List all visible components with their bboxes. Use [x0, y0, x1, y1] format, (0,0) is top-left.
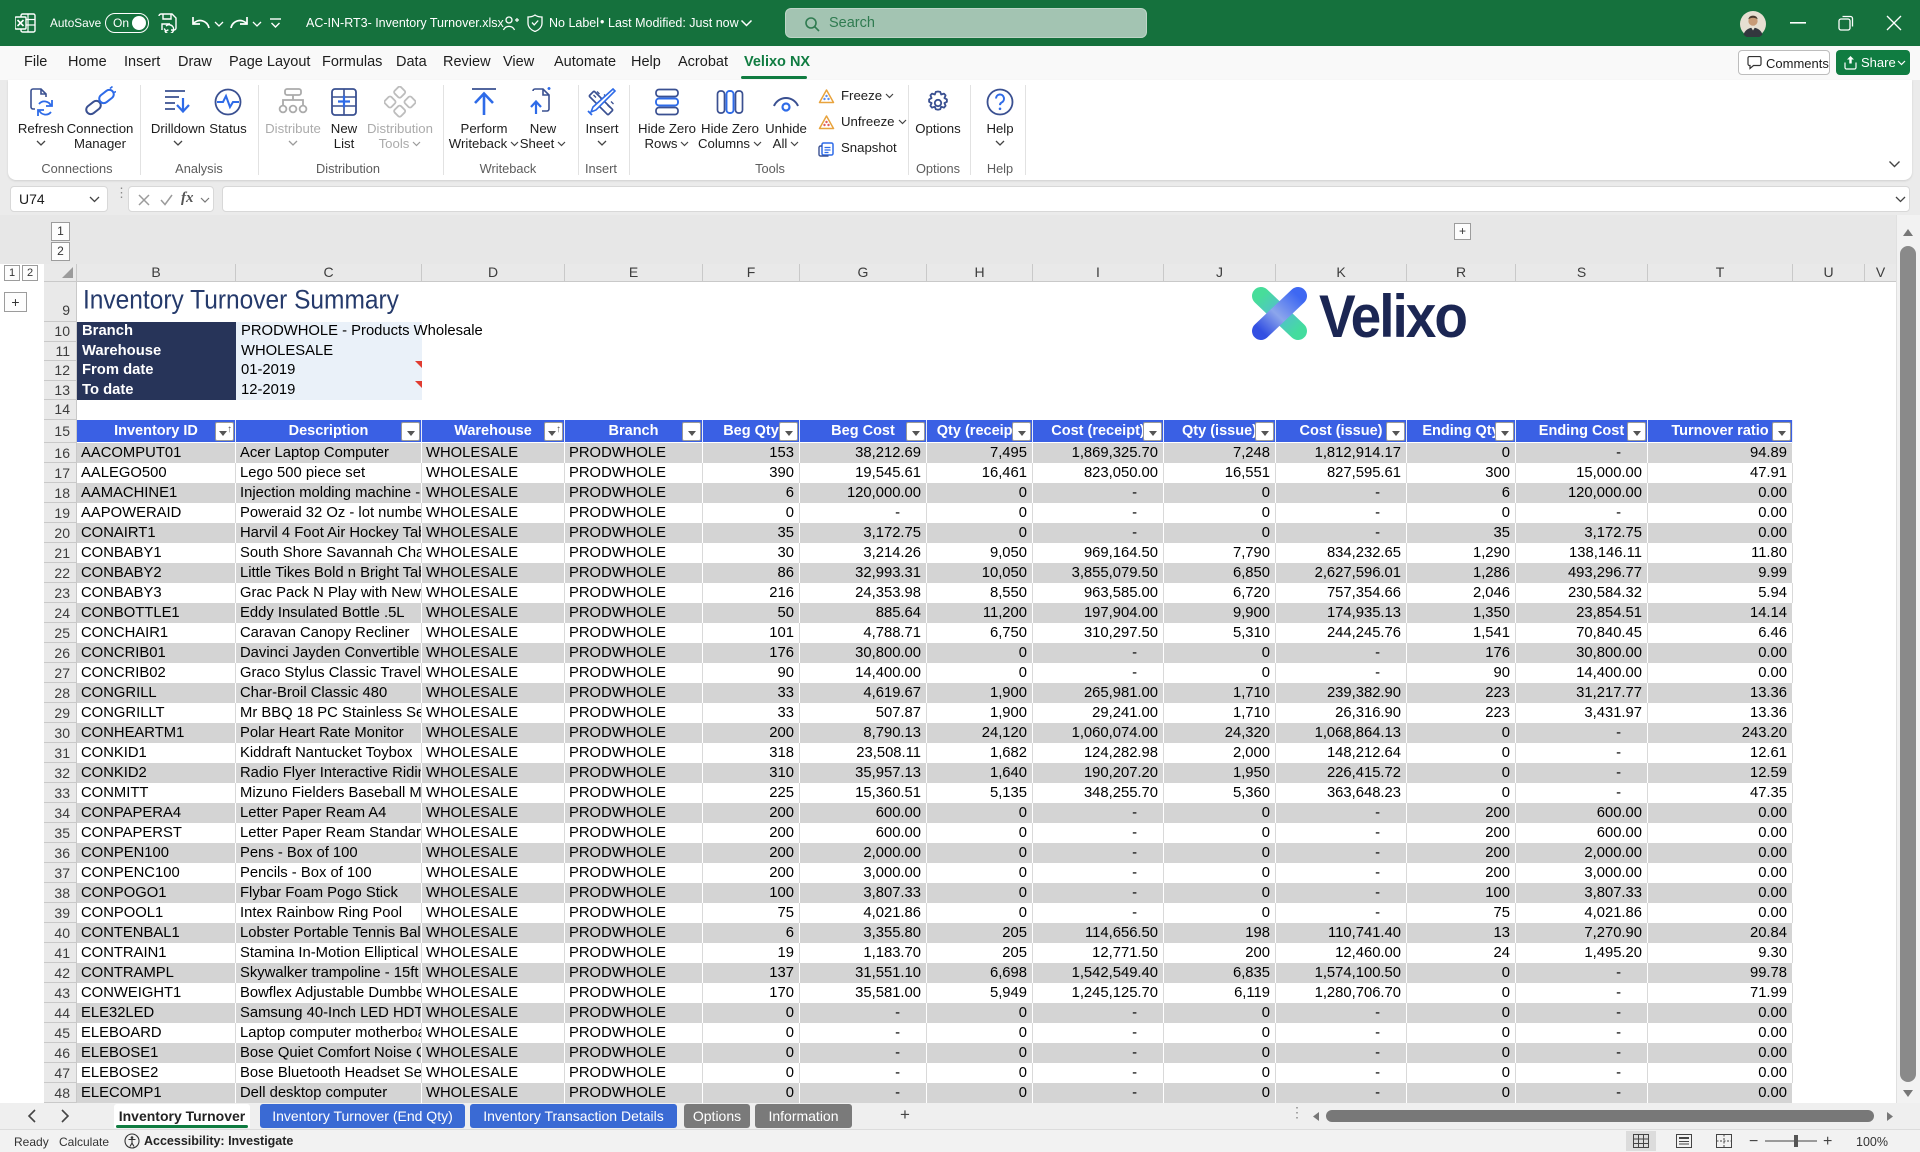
svg-text:Velixo: Velixo: [1319, 285, 1466, 345]
